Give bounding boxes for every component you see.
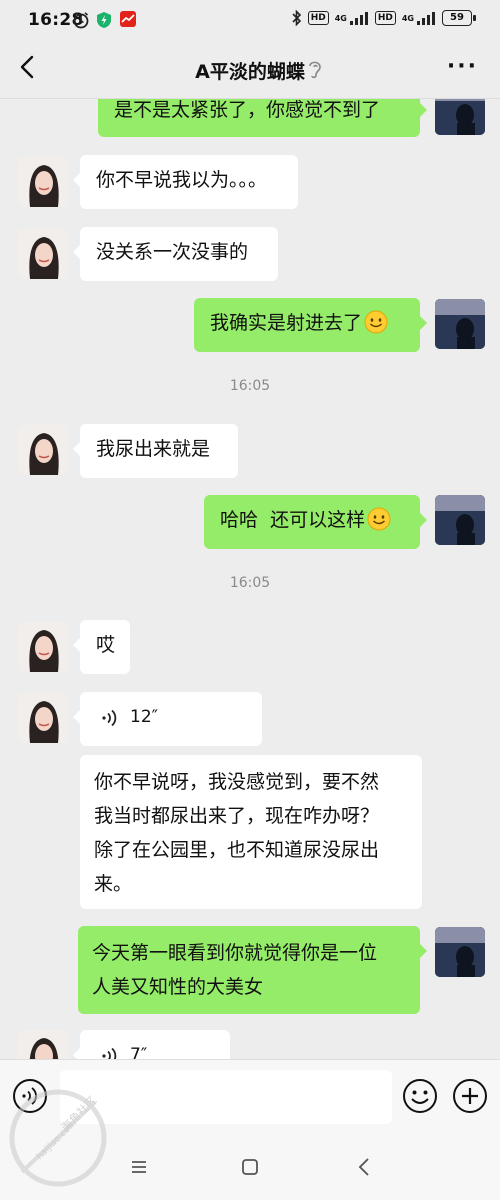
contact-avatar[interactable] bbox=[18, 622, 68, 672]
bluetooth-icon bbox=[292, 10, 301, 26]
received-message-bubble[interactable]: 你不早说我以为。。。 bbox=[73, 155, 298, 209]
voice-duration: 7″ bbox=[130, 1045, 148, 1059]
message-list[interactable]: 是不是太紧张了，你感觉不到了 你不早说我以为。。。 没关系一次没事的 我确实是射… bbox=[0, 99, 500, 1059]
sent-message-bubble[interactable]: 是不是太紧张了，你感觉不到了 bbox=[98, 99, 427, 137]
contact-avatar-image bbox=[18, 229, 68, 279]
received-message-bubble[interactable]: 你不早说呀，我没感觉到，要不然 我当时都尿出来了，现在咋办呀？ 除了在公园里，也… bbox=[80, 755, 422, 909]
voice-input-icon[interactable] bbox=[12, 1078, 48, 1114]
my-avatar[interactable] bbox=[435, 495, 485, 545]
message-line: 除了在公园里，也不知道尿没尿出 bbox=[94, 839, 380, 861]
message-line: 来。 bbox=[94, 873, 133, 895]
my-avatar-image bbox=[435, 927, 485, 977]
smile-emoji-icon bbox=[367, 507, 391, 531]
timestamp: 16:05 bbox=[229, 378, 271, 394]
message-text: 我尿出来就是 bbox=[96, 438, 211, 460]
my-avatar[interactable] bbox=[435, 299, 485, 349]
hd-badge-1: HD bbox=[307, 11, 329, 25]
status-right: HD 4G HD 4G 59 bbox=[292, 10, 476, 26]
message-line: 我当时都尿出来了，现在咋办呀？ bbox=[94, 805, 380, 827]
my-avatar[interactable] bbox=[435, 99, 485, 135]
message-text: 哈哈 还可以这样 bbox=[220, 509, 366, 531]
shield-icon bbox=[97, 12, 111, 28]
received-message-bubble[interactable]: 哎 bbox=[73, 620, 130, 674]
more-functions-icon[interactable] bbox=[452, 1078, 488, 1114]
my-avatar-image bbox=[435, 495, 485, 545]
home-icon[interactable] bbox=[241, 1158, 259, 1176]
voice-duration: 12″ bbox=[130, 707, 158, 727]
contact-avatar-image bbox=[18, 622, 68, 672]
message-text: 哎 bbox=[96, 634, 116, 656]
contact-avatar[interactable] bbox=[18, 157, 68, 207]
timestamp: 16:05 bbox=[229, 575, 271, 591]
contact-avatar[interactable] bbox=[18, 1030, 68, 1059]
message-line: 今天第一眼看到你就觉得你是一位 bbox=[92, 942, 378, 964]
stock-app-icon bbox=[120, 11, 136, 27]
recent-apps-icon[interactable] bbox=[130, 1158, 148, 1176]
received-message-bubble[interactable]: 我尿出来就是 bbox=[73, 424, 238, 478]
chat-title: A平淡的蝴蝶 bbox=[195, 61, 305, 83]
contact-avatar-image bbox=[18, 693, 68, 743]
message-text: 我确实是射进去了 bbox=[210, 312, 363, 334]
signal-label-2: 4G bbox=[401, 13, 414, 23]
voice-wave-icon bbox=[102, 1047, 117, 1059]
more-options-icon[interactable]: ··· bbox=[447, 56, 478, 78]
contact-avatar-image bbox=[18, 1030, 68, 1059]
signal-icon-1 bbox=[349, 12, 368, 25]
sent-message-bubble[interactable]: 哈哈 还可以这样 bbox=[204, 495, 427, 549]
contact-avatar[interactable] bbox=[18, 693, 68, 743]
contact-avatar[interactable] bbox=[18, 229, 68, 279]
contact-avatar[interactable] bbox=[18, 425, 68, 475]
emoji-picker-icon[interactable] bbox=[402, 1078, 438, 1114]
signal-icon-2 bbox=[417, 12, 435, 25]
alarm-icon bbox=[73, 12, 89, 29]
message-text: 你不早说我以为。。。 bbox=[96, 169, 268, 191]
battery-indicator: 59 bbox=[442, 10, 476, 26]
my-avatar-image bbox=[435, 299, 485, 349]
status-bar: 16:28 HD 4G HD 4G 59 bbox=[0, 0, 500, 40]
system-nav-bar bbox=[0, 1136, 500, 1200]
chat-header: A平淡的蝴蝶 ··· bbox=[0, 40, 500, 99]
message-line: 人美又知性的大美女 bbox=[92, 976, 264, 998]
earpiece-mode-icon bbox=[309, 61, 321, 79]
contact-avatar-image bbox=[18, 157, 68, 207]
message-text: 是不是太紧张了，你感觉不到了 bbox=[114, 99, 381, 121]
voice-message-bubble[interactable]: 12″ bbox=[73, 692, 262, 746]
my-avatar-image bbox=[435, 99, 485, 135]
input-bar bbox=[0, 1059, 500, 1136]
hd-badge-2: HD bbox=[374, 11, 396, 25]
message-input[interactable] bbox=[60, 1070, 392, 1124]
sent-message-bubble[interactable]: 今天第一眼看到你就觉得你是一位 人美又知性的大美女 bbox=[78, 926, 427, 1014]
sent-message-bubble[interactable]: 我确实是射进去了 bbox=[194, 298, 427, 352]
voice-message-bubble[interactable]: 7″ bbox=[73, 1030, 230, 1059]
signal-label-1: 4G bbox=[334, 13, 347, 23]
nav-back-icon[interactable] bbox=[356, 1156, 372, 1178]
contact-avatar-image bbox=[18, 425, 68, 475]
received-message-bubble[interactable]: 没关系一次没事的 bbox=[73, 227, 278, 281]
voice-wave-icon bbox=[102, 709, 117, 726]
smile-emoji-icon bbox=[364, 310, 388, 334]
my-avatar[interactable] bbox=[435, 927, 485, 977]
message-line: 你不早说呀，我没感觉到，要不然 bbox=[94, 771, 380, 793]
message-text: 没关系一次没事的 bbox=[96, 241, 249, 263]
